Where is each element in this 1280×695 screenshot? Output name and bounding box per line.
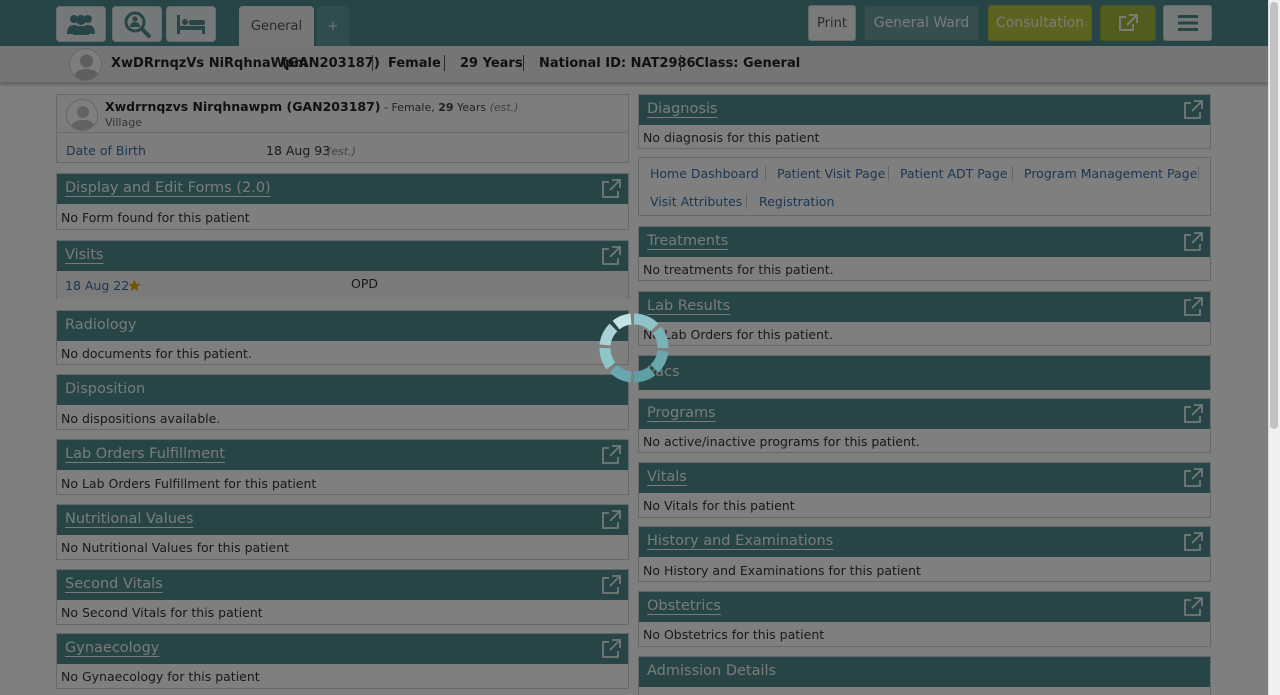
loading-spinner-icon [599, 313, 669, 383]
scrollbar-thumb[interactable] [1270, 2, 1278, 429]
